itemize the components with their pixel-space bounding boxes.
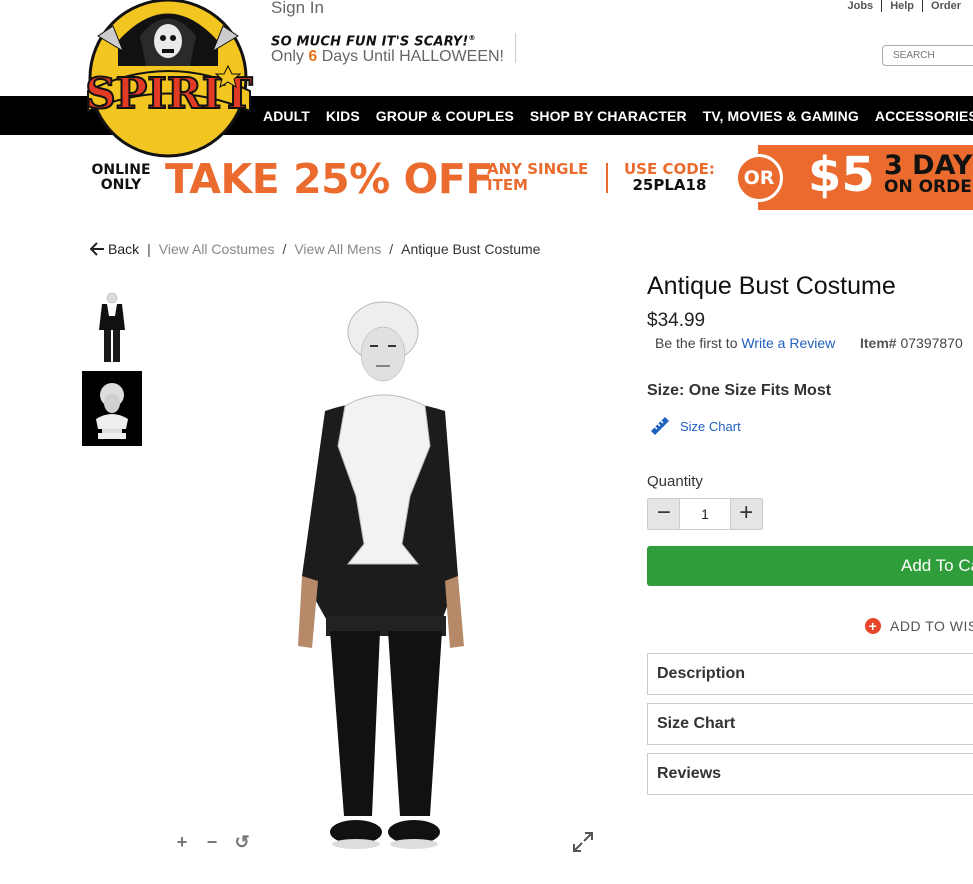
accordion-reviews[interactable]: Reviews: [647, 753, 973, 795]
add-to-cart-button[interactable]: Add To Ca: [647, 546, 973, 586]
quantity-stepper: − 1 +: [647, 498, 763, 530]
add-to-wishlist-link[interactable]: + ADD TO WIS: [865, 618, 973, 634]
order-link[interactable]: Order: [922, 0, 969, 12]
promo-on-order-label: ON ORDE: [884, 177, 972, 197]
item-number: Item# 07397870: [860, 335, 963, 351]
promo-three-day: 3 DAY ON ORDE: [884, 150, 973, 197]
utility-links: Jobs Help Order: [840, 0, 970, 12]
size-label: Size:: [647, 382, 685, 399]
promo-five-dollars: $5: [808, 147, 875, 203]
nav-item-adult[interactable]: ADULT: [263, 108, 310, 124]
nav-item-kids[interactable]: KIDS: [326, 108, 360, 124]
write-review-link[interactable]: Write a Review: [741, 335, 835, 351]
promo-or-badge: OR: [735, 154, 783, 202]
back-label: Back: [108, 241, 140, 257]
countdown-suffix: Days Until HALLOWEEN!: [321, 48, 504, 65]
item-number-label: Item#: [860, 335, 897, 351]
size-selection: Size: One Size Fits Most: [647, 382, 831, 400]
breadcrumb-separator: /: [282, 241, 287, 257]
review-prompt: Be the first to Write a Review: [655, 335, 835, 351]
nav-item-accessories[interactable]: ACCESSORIES: [875, 108, 973, 124]
thumbnail-full-costume[interactable]: [82, 290, 142, 365]
image-zoom-controls: + − ↺: [172, 832, 262, 852]
breadcrumb-all-costumes[interactable]: View All Costumes: [159, 241, 275, 257]
plus-circle-icon: +: [865, 618, 881, 634]
sign-in-link[interactable]: Sign In: [271, 0, 324, 18]
size-value: One Size Fits Most: [688, 382, 832, 399]
halloween-countdown: Only 6 Days Until HALLOWEEN!: [271, 48, 504, 66]
fullscreen-expand-icon[interactable]: [572, 831, 594, 853]
review-prefix: Be the first to: [655, 335, 738, 351]
accordion-size-chart[interactable]: Size Chart: [647, 703, 973, 745]
breadcrumb-current: Antique Bust Costume: [401, 241, 541, 257]
main-product-image[interactable]: [290, 296, 480, 884]
quantity-label: Quantity: [647, 473, 703, 490]
promo-divider: [606, 163, 608, 193]
quantity-input[interactable]: 1: [679, 499, 731, 529]
jobs-link[interactable]: Jobs: [840, 0, 882, 12]
spirit-logo[interactable]: SPIRIT: [78, 0, 260, 158]
countdown-prefix: Only: [271, 48, 304, 65]
zoom-in-icon[interactable]: +: [172, 832, 192, 852]
header-divider: [515, 33, 516, 63]
zoom-out-icon[interactable]: −: [202, 832, 222, 852]
quantity-decrease-button[interactable]: −: [648, 499, 680, 529]
size-chart-link[interactable]: Size Chart: [650, 416, 741, 436]
promo-code: 25PLA18: [632, 176, 707, 194]
quantity-increase-button[interactable]: +: [730, 499, 762, 529]
breadcrumb: Back | View All Costumes / View All Mens…: [90, 241, 540, 257]
size-chart-label: Size Chart: [680, 418, 741, 434]
promo-use-code: USE CODE: 25PLA18: [624, 161, 715, 193]
tagline-registered-mark: ®: [468, 34, 476, 42]
reset-zoom-icon[interactable]: ↺: [232, 832, 252, 852]
breadcrumb-separator: /: [389, 241, 394, 257]
nav-item-tv-movies-gaming[interactable]: TV, MOVIES & GAMING: [703, 108, 859, 124]
breadcrumb-separator: |: [147, 241, 151, 257]
nav-item-group-couples[interactable]: GROUP & COUPLES: [376, 108, 514, 124]
search-input[interactable]: [882, 45, 973, 66]
page: Sign In SO MUCH FUN IT'S SCARY!® Only 6 …: [0, 0, 973, 884]
promo-any-single-item: ANY SINGLE ITEM: [487, 160, 589, 194]
product-price: $34.99: [647, 310, 706, 331]
arrow-left-icon: [90, 242, 104, 256]
promo-offer[interactable]: TAKE 25% OFF: [165, 155, 493, 203]
promo-online-only: ONLINE ONLY: [91, 162, 151, 193]
breadcrumb-all-mens[interactable]: View All Mens: [294, 241, 381, 257]
thumbnail-bust-closeup[interactable]: [82, 371, 142, 446]
back-link[interactable]: Back: [90, 241, 139, 257]
ruler-icon: [651, 417, 669, 435]
product-title: Antique Bust Costume: [647, 272, 896, 300]
countdown-days: 6: [308, 48, 318, 65]
accordion-description[interactable]: Description: [647, 653, 973, 695]
help-link[interactable]: Help: [881, 0, 922, 12]
promo-three-day-label: 3 DAY: [884, 150, 973, 181]
add-to-wishlist-label: ADD TO WIS: [890, 618, 973, 634]
nav-item-shop-by-character[interactable]: SHOP BY CHARACTER: [530, 108, 687, 124]
item-number-value: 07397870: [900, 335, 963, 351]
